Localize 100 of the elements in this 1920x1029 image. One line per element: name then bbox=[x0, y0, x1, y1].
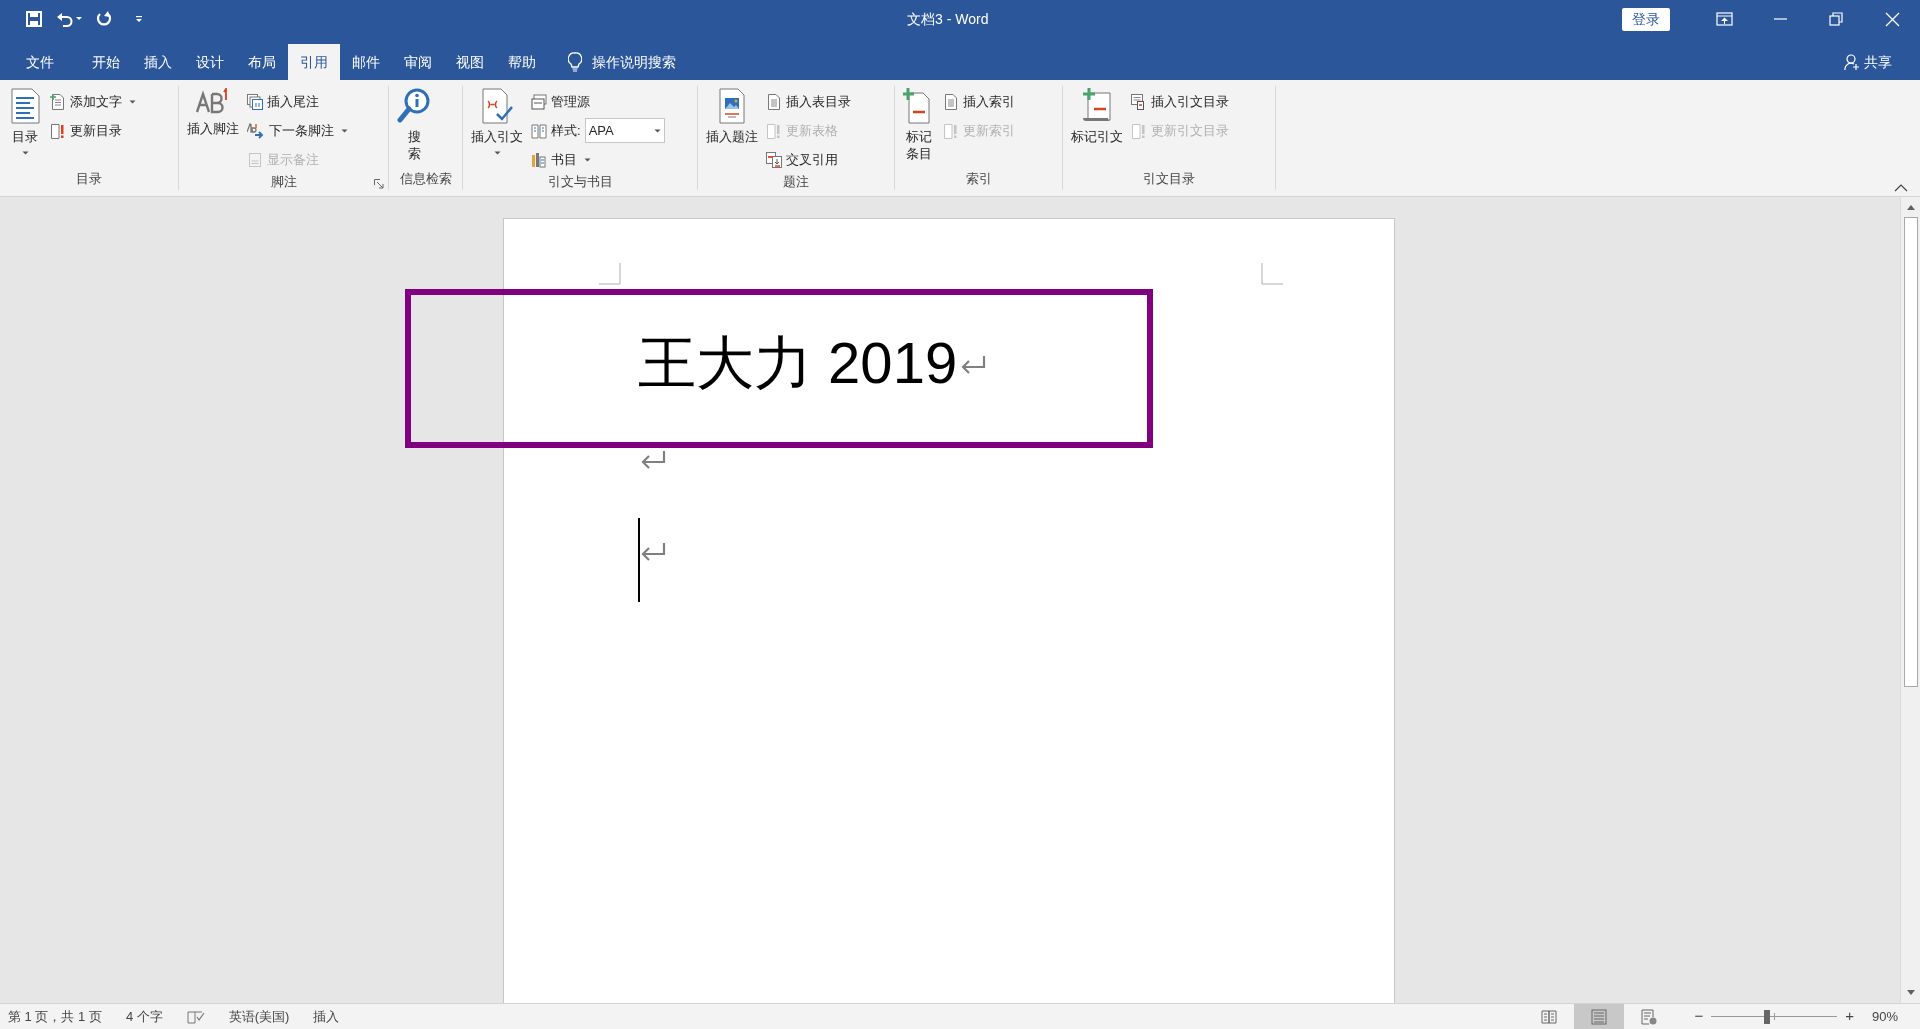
person-add-icon[interactable] bbox=[1844, 53, 1860, 71]
window-title: 文档3 - Word bbox=[907, 10, 989, 29]
ribbon-button[interactable]: 添加文字 bbox=[50, 89, 136, 114]
caret-icon bbox=[129, 99, 136, 104]
ribbon-button[interactable]: 插入表目录 bbox=[766, 89, 851, 114]
document-exclamation-icon bbox=[943, 122, 959, 139]
ribbon-button[interactable]: 管理源 bbox=[531, 89, 665, 114]
scroll-down-icon[interactable] bbox=[1905, 989, 1916, 997]
crop-mark-icon bbox=[599, 263, 621, 285]
caret-icon bbox=[653, 128, 661, 133]
zoom-slider-thumb[interactable] bbox=[1764, 1009, 1770, 1024]
ribbon-button[interactable]: 插入索引 bbox=[943, 89, 1015, 114]
read-mode-icon bbox=[1541, 1008, 1558, 1025]
caret-icon bbox=[584, 157, 591, 162]
group-label: 信息检索 bbox=[399, 170, 452, 189]
large-ribbon-button[interactable]: 插入脚注 bbox=[185, 86, 241, 137]
group-label: 索引 bbox=[965, 170, 992, 189]
group-label: 目录 bbox=[76, 170, 102, 189]
paragraph-mark-icon bbox=[639, 541, 667, 563]
proofing-book-icon[interactable] bbox=[186, 1009, 205, 1024]
ribbon-button[interactable]: 交叉引用 bbox=[766, 147, 851, 172]
ribbon-tab[interactable]: 文件 bbox=[14, 44, 66, 80]
mark-citation-icon bbox=[1080, 88, 1114, 124]
restore-icon[interactable] bbox=[1827, 10, 1845, 28]
customize-toolbar-icon[interactable] bbox=[134, 14, 144, 24]
large-ribbon-button[interactable]: 搜索 bbox=[395, 86, 433, 162]
group-label: 引文与书目 bbox=[547, 173, 613, 191]
zoom-out-button[interactable]: − bbox=[1692, 1005, 1706, 1028]
zoom-level[interactable]: 90% bbox=[1871, 1006, 1898, 1027]
insert-mode-indicator[interactable]: 插入 bbox=[313, 1006, 340, 1027]
paragraph-mark-icon bbox=[639, 449, 667, 471]
large-ribbon-button[interactable]: 插入引文 bbox=[469, 86, 525, 155]
picture-caption-icon bbox=[717, 88, 747, 124]
ribbon-tab[interactable]: 视图 bbox=[444, 44, 496, 80]
ribbon-tab[interactable]: 开始 bbox=[80, 44, 132, 80]
notes-page-icon bbox=[247, 151, 263, 168]
close-icon[interactable] bbox=[1883, 10, 1901, 28]
document-check-icon bbox=[480, 88, 514, 124]
magnifier-info-icon bbox=[397, 88, 431, 124]
save-icon[interactable] bbox=[26, 11, 42, 27]
large-ribbon-button[interactable]: 目录 bbox=[6, 86, 44, 155]
zoom-slider[interactable] bbox=[1711, 1008, 1838, 1025]
sign-in-button[interactable]: 登录 bbox=[1622, 7, 1670, 31]
word-count[interactable]: 4 个字 bbox=[125, 1006, 163, 1027]
ribbon-tab[interactable]: 审阅 bbox=[392, 44, 444, 80]
books-icon bbox=[531, 151, 547, 168]
next-footnote-arrow-icon bbox=[247, 122, 265, 139]
group-label: 引文目录 bbox=[1143, 170, 1195, 189]
ribbon-tab[interactable]: 帮助 bbox=[496, 44, 548, 80]
group-label: 脚注 bbox=[270, 173, 297, 191]
document-exclamation-icon bbox=[1131, 122, 1147, 139]
cross-reference-icon bbox=[766, 151, 782, 168]
ribbon-button[interactable]: 下一条脚注 bbox=[247, 118, 348, 143]
style-book-icon bbox=[531, 122, 547, 139]
caret-icon bbox=[21, 151, 29, 155]
ribbon-button[interactable]: 插入尾注 bbox=[247, 89, 348, 114]
vertical-scrollbar[interactable] bbox=[1900, 197, 1920, 1003]
scroll-up-icon[interactable] bbox=[1905, 203, 1916, 211]
document-lines-icon bbox=[8, 88, 42, 124]
redo-icon[interactable] bbox=[96, 11, 112, 27]
field-label: 样式: bbox=[551, 121, 581, 140]
share-button[interactable]: 共享 bbox=[1864, 51, 1892, 73]
document-exclamation-icon bbox=[766, 122, 782, 139]
group-label: 题注 bbox=[783, 173, 809, 191]
ribbon-tab[interactable]: 邮件 bbox=[340, 44, 392, 80]
page-count[interactable]: 第 1 页，共 1 页 bbox=[8, 1006, 102, 1027]
document-text: 王大力 2019 bbox=[638, 329, 958, 397]
paragraph-mark-icon bbox=[959, 354, 988, 376]
undo-icon[interactable] bbox=[56, 11, 82, 27]
style-dropdown[interactable]: APA bbox=[584, 118, 665, 143]
lightbulb-icon[interactable] bbox=[568, 52, 582, 72]
ribbon-tab[interactable]: 插入 bbox=[132, 44, 184, 80]
document-plus-icon bbox=[50, 93, 66, 110]
zoom-in-button[interactable]: + bbox=[1843, 1005, 1856, 1028]
ribbon-button[interactable]: 插入引文目录 bbox=[1131, 89, 1229, 114]
ribbon-button[interactable]: 更新目录 bbox=[50, 118, 136, 143]
index-page-icon bbox=[943, 93, 959, 110]
table-of-authorities-icon bbox=[1131, 93, 1147, 110]
endnote-pages-icon bbox=[247, 93, 263, 110]
scrollbar-thumb[interactable] bbox=[1903, 217, 1918, 687]
manage-sources-icon bbox=[531, 93, 547, 110]
caret-icon bbox=[341, 128, 348, 133]
ribbon-tab[interactable]: 布局 bbox=[236, 44, 288, 80]
ribbon-tab[interactable]: 设计 bbox=[184, 44, 236, 80]
ribbon-display-options-icon[interactable] bbox=[1715, 10, 1733, 28]
ribbon-button[interactable]: 书目 bbox=[531, 147, 665, 172]
tell-me-search[interactable]: 操作说明搜索 bbox=[592, 51, 676, 73]
dialog-launcher-icon[interactable] bbox=[374, 179, 384, 189]
crop-mark-icon bbox=[1261, 263, 1283, 285]
web-layout-icon bbox=[1641, 1008, 1658, 1025]
language-indicator[interactable]: 英语(美国) bbox=[228, 1006, 290, 1027]
ribbon-tab[interactable]: 引用 bbox=[288, 44, 340, 80]
caret-icon bbox=[493, 151, 501, 155]
document-exclamation-icon bbox=[50, 122, 66, 139]
print-layout-icon bbox=[1591, 1008, 1608, 1025]
collapse-ribbon-icon[interactable] bbox=[1894, 184, 1908, 192]
table-of-figures-icon bbox=[766, 93, 782, 110]
large-ribbon-button[interactable]: 插入题注 bbox=[704, 86, 760, 145]
large-ribbon-button[interactable]: 标记引文 bbox=[1069, 86, 1125, 145]
large-ribbon-button[interactable]: 标记条目 bbox=[901, 86, 937, 162]
